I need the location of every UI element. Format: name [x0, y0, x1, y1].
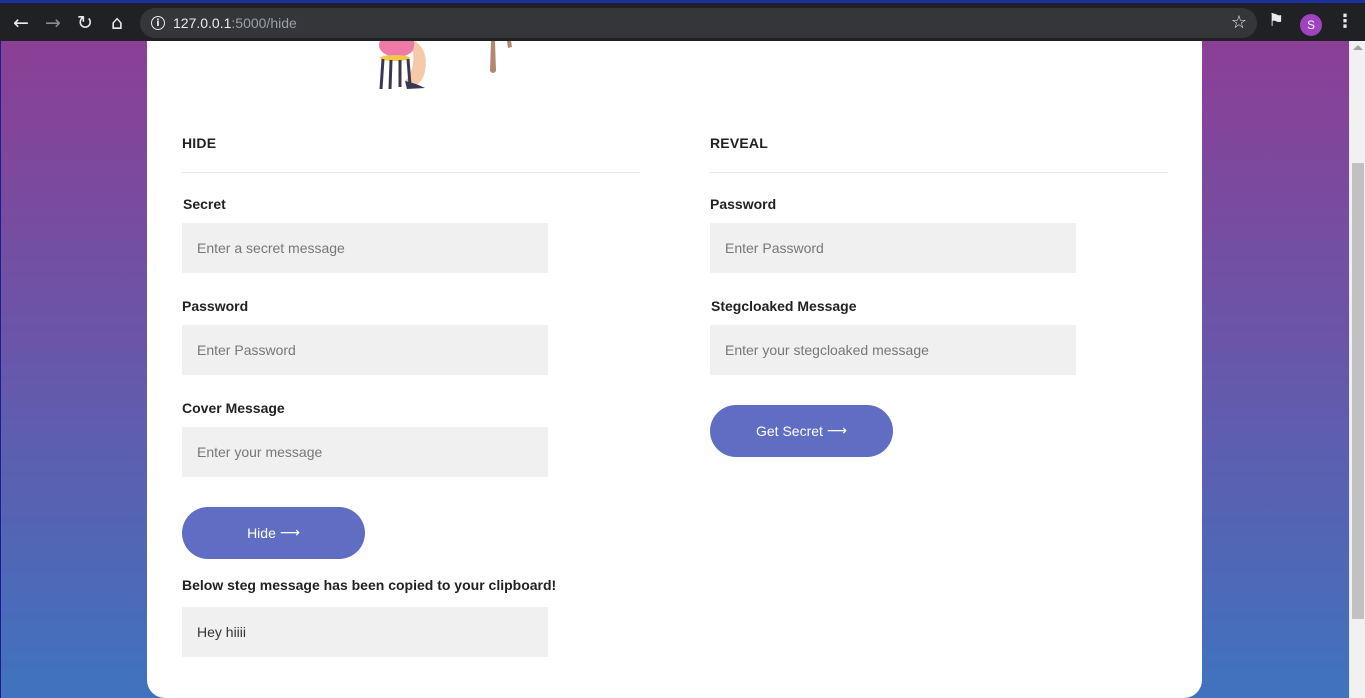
- reload-icon[interactable]: ↻: [72, 10, 98, 36]
- star-icon[interactable]: ☆: [1231, 12, 1247, 33]
- reveal-password-label: Password: [710, 196, 777, 212]
- main-card: HIDE Secret Password Cover Message Hide …: [147, 41, 1202, 698]
- stegcloaked-message-label: Stegcloaked Message: [711, 298, 857, 314]
- scroll-thumb[interactable]: [1352, 163, 1364, 619]
- secret-label: Secret: [183, 196, 226, 212]
- stegcloaked-message-input[interactable]: [710, 325, 1076, 375]
- illustration-image: [379, 41, 512, 90]
- steg-result-box[interactable]: Hey hiiii: [182, 607, 548, 657]
- reveal-password-input[interactable]: [710, 223, 1076, 273]
- url-path: :5000/hide: [231, 15, 297, 31]
- cover-message-input[interactable]: [182, 427, 548, 477]
- hide-password-label: Password: [182, 298, 249, 314]
- puzzle-icon[interactable]: ⚑: [1268, 12, 1284, 30]
- reveal-title: REVEAL: [710, 135, 768, 151]
- reveal-divider: [710, 172, 1168, 173]
- steg-result-text: Hey hiiii: [197, 624, 247, 640]
- forward-arrow-icon[interactable]: →: [40, 10, 66, 36]
- address-bar[interactable]: i 127.0.0.1:5000/hide ☆: [140, 8, 1257, 38]
- get-secret-button[interactable]: Get Secret ⟶: [710, 405, 893, 457]
- get-secret-button-label: Get Secret: [756, 423, 823, 439]
- right-arrow-icon: ⟶: [279, 525, 300, 541]
- hide-title: HIDE: [182, 135, 217, 151]
- hide-button[interactable]: Hide ⟶: [182, 507, 365, 559]
- url-host: 127.0.0.1: [173, 15, 232, 31]
- clipboard-notice: Below steg message has been copied to yo…: [182, 577, 557, 593]
- page-background: HIDE Secret Password Cover Message Hide …: [0, 41, 1365, 698]
- hide-divider: [182, 172, 640, 173]
- vertical-scrollbar[interactable]: [1349, 41, 1365, 698]
- info-icon[interactable]: i: [151, 16, 165, 30]
- cover-message-label: Cover Message: [182, 400, 285, 416]
- secret-input[interactable]: [182, 223, 548, 273]
- browser-toolbar: ← → ↻ ⌂ i 127.0.0.1:5000/hide ☆ ⚑ S ⋮: [0, 0, 1365, 41]
- hide-password-input[interactable]: [182, 325, 548, 375]
- hide-button-label: Hide: [247, 525, 276, 541]
- profile-avatar[interactable]: S: [1300, 14, 1322, 36]
- url-text[interactable]: 127.0.0.1:5000/hide: [173, 15, 297, 31]
- kebab-menu-icon[interactable]: ⋮: [1336, 13, 1354, 31]
- scroll-up-arrow-icon[interactable]: [1353, 45, 1363, 50]
- home-icon[interactable]: ⌂: [104, 10, 130, 36]
- right-arrow-icon: ⟶: [826, 423, 847, 439]
- back-arrow-icon[interactable]: ←: [8, 10, 34, 36]
